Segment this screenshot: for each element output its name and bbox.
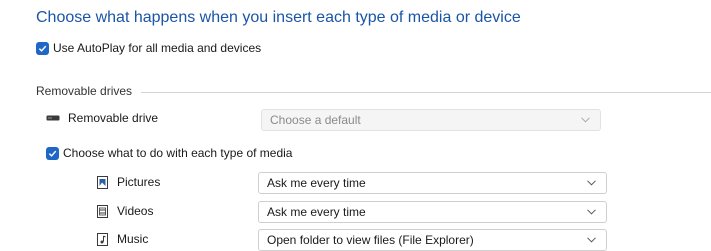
- chevron-down-icon: [587, 209, 596, 215]
- drive-icon: [46, 115, 60, 121]
- media-row-videos: Videos: [97, 204, 153, 218]
- chevron-down-icon: [587, 180, 596, 186]
- videos-icon: [97, 204, 108, 218]
- media-row-music: Music: [97, 232, 148, 246]
- autoplay-all-checkbox[interactable]: [36, 41, 49, 55]
- pictures-icon: [97, 175, 108, 189]
- checkmark-icon: [48, 150, 57, 157]
- media-label: Videos: [117, 204, 154, 218]
- autoplay-all-checkbox-row[interactable]: Use AutoPlay for all media and devices: [36, 41, 261, 55]
- videos-select[interactable]: Ask me every time: [258, 201, 607, 223]
- each-type-checkbox-row[interactable]: Choose what to do with each type of medi…: [46, 146, 292, 160]
- pictures-select[interactable]: Ask me every time: [258, 172, 607, 194]
- chevron-down-icon: [587, 237, 596, 243]
- each-type-label: Choose what to do with each type of medi…: [63, 146, 293, 160]
- removable-drive-select: Choose a default: [261, 109, 601, 131]
- removable-drives-heading: Removable drives: [36, 84, 133, 98]
- removable-drive-select-value: Choose a default: [270, 113, 361, 127]
- music-select-value: Open folder to view files (File Explorer…: [267, 233, 474, 247]
- checkmark-icon: [38, 45, 47, 52]
- pictures-select-value: Ask me every time: [267, 176, 366, 190]
- media-row-pictures: Pictures: [97, 175, 160, 189]
- media-label: Music: [117, 232, 149, 246]
- each-type-checkbox[interactable]: [46, 146, 59, 160]
- chevron-down-icon: [581, 117, 590, 123]
- music-icon: [97, 232, 108, 246]
- videos-select-value: Ask me every time: [267, 205, 366, 219]
- autoplay-all-label: Use AutoPlay for all media and devices: [53, 41, 262, 55]
- music-select[interactable]: Open folder to view files (File Explorer…: [258, 229, 607, 251]
- group-divider: [141, 92, 711, 93]
- media-label: Pictures: [117, 175, 161, 189]
- removable-drive-label: Removable drive: [68, 111, 159, 125]
- removable-drive-row: Removable drive: [46, 111, 158, 125]
- page-title: Choose what happens when you insert each…: [36, 9, 521, 26]
